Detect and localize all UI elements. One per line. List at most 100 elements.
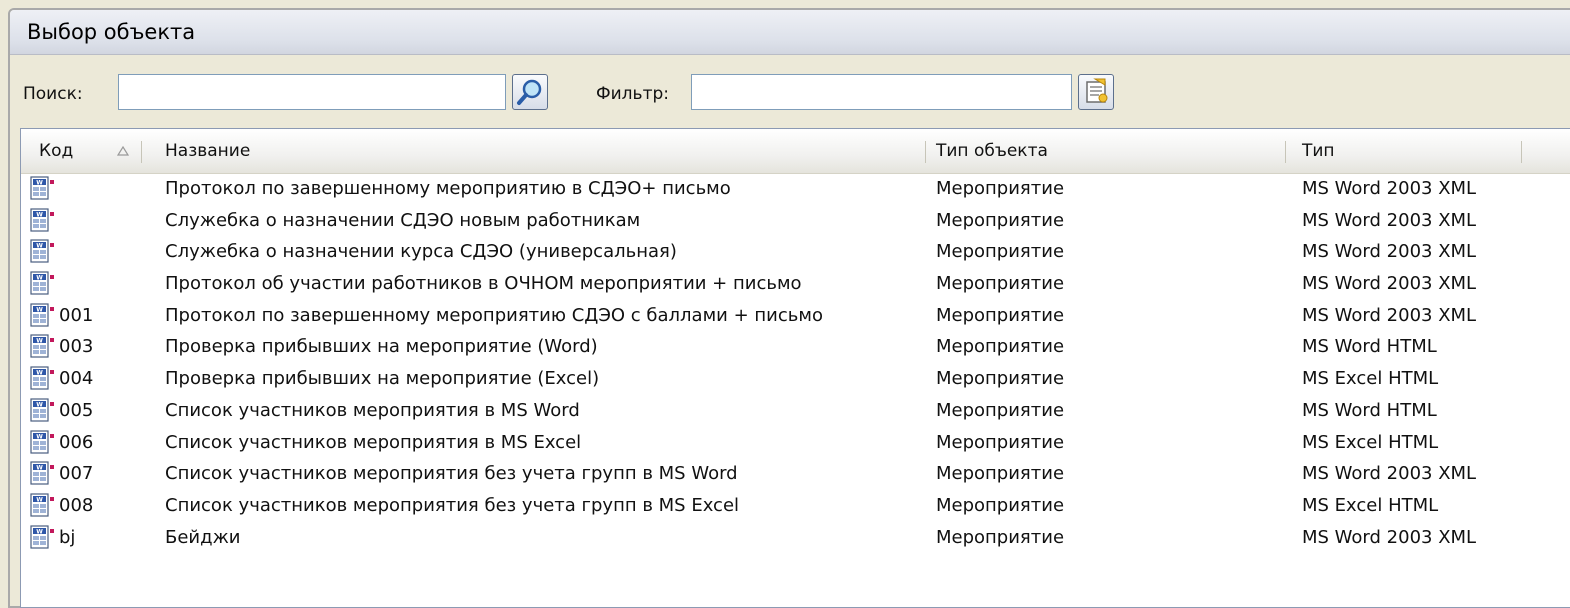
search-label: Поиск: [23,84,83,104]
document-template-icon: W [30,366,54,390]
row-code: 006 [59,431,94,453]
row-type: MS Word HTML [1302,399,1437,421]
column-header-type[interactable]: Тип [1302,129,1512,173]
document-template-icon: W [30,493,54,517]
row-code: 008 [59,494,94,516]
row-object-type: Мероприятие [936,463,1065,485]
row-object-type: Мероприятие [936,526,1065,548]
sort-ascending-icon [117,146,129,156]
search-toolbar: Поиск: Фильтр: [10,54,1570,134]
row-code: 003 [59,336,94,358]
row-object-type: Мероприятие [936,273,1065,295]
table-row[interactable]: W 003 Проверка прибывших на мероприятие (W… [21,331,1570,363]
row-name: Протокол по завершенному мероприятию СДЭ… [165,304,823,326]
row-type: MS Word 2003 XML [1302,241,1477,263]
svg-text:W: W [36,401,43,408]
window-title: Выбор объекта [27,20,196,44]
search-button[interactable] [512,74,548,110]
objects-list[interactable]: Код Название Тип объекта Тип W Протокол п… [20,128,1570,608]
row-object-type: Мероприятие [936,209,1065,231]
column-header-code[interactable]: Код [39,129,139,173]
properties-icon [1086,78,1108,103]
column-header-object-type[interactable]: Тип объекта [936,129,1276,173]
column-divider[interactable] [141,141,142,163]
row-object-type: Мероприятие [936,399,1065,421]
filter-label: Фильтр: [596,84,669,104]
row-type: MS Word 2003 XML [1302,209,1477,231]
svg-text:W: W [36,496,43,503]
row-name: Список участников мероприятия без учета … [165,463,738,485]
row-name: Служебка о назначении СДЭО новым работни… [165,209,641,231]
row-object-type: Мероприятие [936,494,1065,516]
table-row[interactable]: W Протокол об участии работников в ОЧНОМ … [21,268,1570,300]
row-name: Служебка о назначении курса СДЭО (универ… [165,241,677,263]
table-row[interactable]: W Служебка о назначении СДЭО новым работн… [21,205,1570,237]
row-name: Проверка прибывших на мероприятие (Word) [165,336,598,358]
row-code: 005 [59,399,94,421]
column-header-label: Тип объекта [936,141,1048,161]
document-template-icon: W [30,176,54,200]
table-row[interactable]: W 007 Список участников мероприятия без уч… [21,458,1570,490]
filter-input[interactable] [691,74,1072,110]
row-type: MS Excel HTML [1302,494,1439,516]
svg-text:W: W [36,370,43,377]
table-row[interactable]: W 001 Протокол по завершенному мероприятию… [21,300,1570,332]
row-type: MS Excel HTML [1302,431,1439,453]
svg-text:W: W [36,465,43,472]
row-name: Протокол об участии работников в ОЧНОМ м… [165,273,802,295]
column-header-label: Название [165,141,251,161]
row-name: Проверка прибывших на мероприятие (Excel… [165,368,600,390]
list-header: Код Название Тип объекта Тип [21,129,1570,174]
title-bar[interactable]: Выбор объекта [10,10,1570,55]
row-name: Список участников мероприятия в MS Word [165,399,580,421]
list-rows: W Протокол по завершенному мероприятию в … [21,173,1570,553]
document-template-icon: W [30,271,54,295]
row-object-type: Мероприятие [936,431,1065,453]
table-row[interactable]: Wbj Бейджи Мероприятие MS Word 2003 XML [21,522,1570,554]
column-divider[interactable] [925,141,926,163]
table-row[interactable]: W 005 Список участников мероприятия в MS W… [21,395,1570,427]
row-code: 007 [59,463,94,485]
magnifier-icon [517,79,542,105]
row-name: Список участников мероприятия в MS Excel [165,431,582,453]
svg-text:W: W [36,179,43,186]
svg-text:W: W [36,243,43,250]
row-type: MS Word 2003 XML [1302,273,1477,295]
document-template-icon: W [30,334,54,359]
svg-text:W: W [36,306,43,313]
svg-text:W: W [36,338,43,345]
row-object-type: Мероприятие [936,304,1065,326]
row-object-type: Мероприятие [936,368,1065,390]
filter-button[interactable] [1078,74,1114,110]
table-row[interactable]: W 004 Проверка прибывших на мероприятие (E… [21,363,1570,395]
row-code: 004 [59,368,94,390]
table-row[interactable]: W Служебка о назначении курса СДЭО (униве… [21,236,1570,268]
row-type: MS Word 2003 XML [1302,526,1477,548]
document-template-icon: W [30,429,54,454]
column-divider[interactable] [1521,141,1522,163]
column-header-label: Код [39,141,74,161]
svg-text:W: W [36,433,43,440]
column-header-label: Тип [1302,141,1335,161]
row-name: Протокол по завершенному мероприятию в С… [165,178,731,199]
svg-text:W: W [36,274,43,281]
search-input[interactable] [118,74,506,110]
row-type: MS Word 2003 XML [1302,178,1477,199]
row-type: MS Word HTML [1302,336,1437,358]
row-name: Список участников мероприятия без учета … [165,494,740,516]
table-row[interactable]: W 008 Список участников мероприятия без уч… [21,490,1570,522]
row-type: MS Word 2003 XML [1302,304,1477,326]
document-template-icon: W [30,398,54,422]
table-row[interactable]: W Протокол по завершенному мероприятию в … [21,173,1570,205]
table-row[interactable]: W 006 Список участников мероприятия в MS E… [21,427,1570,459]
document-template-icon: W [30,461,54,485]
document-template-icon: W [30,239,54,263]
row-object-type: Мероприятие [936,336,1065,358]
row-type: MS Excel HTML [1302,368,1439,390]
column-divider[interactable] [1285,141,1286,163]
svg-text:W: W [36,211,43,218]
document-template-icon: W [30,524,54,549]
column-header-name[interactable]: Название [165,129,925,173]
row-name: Бейджи [165,526,241,548]
row-type: MS Word 2003 XML [1302,463,1477,485]
